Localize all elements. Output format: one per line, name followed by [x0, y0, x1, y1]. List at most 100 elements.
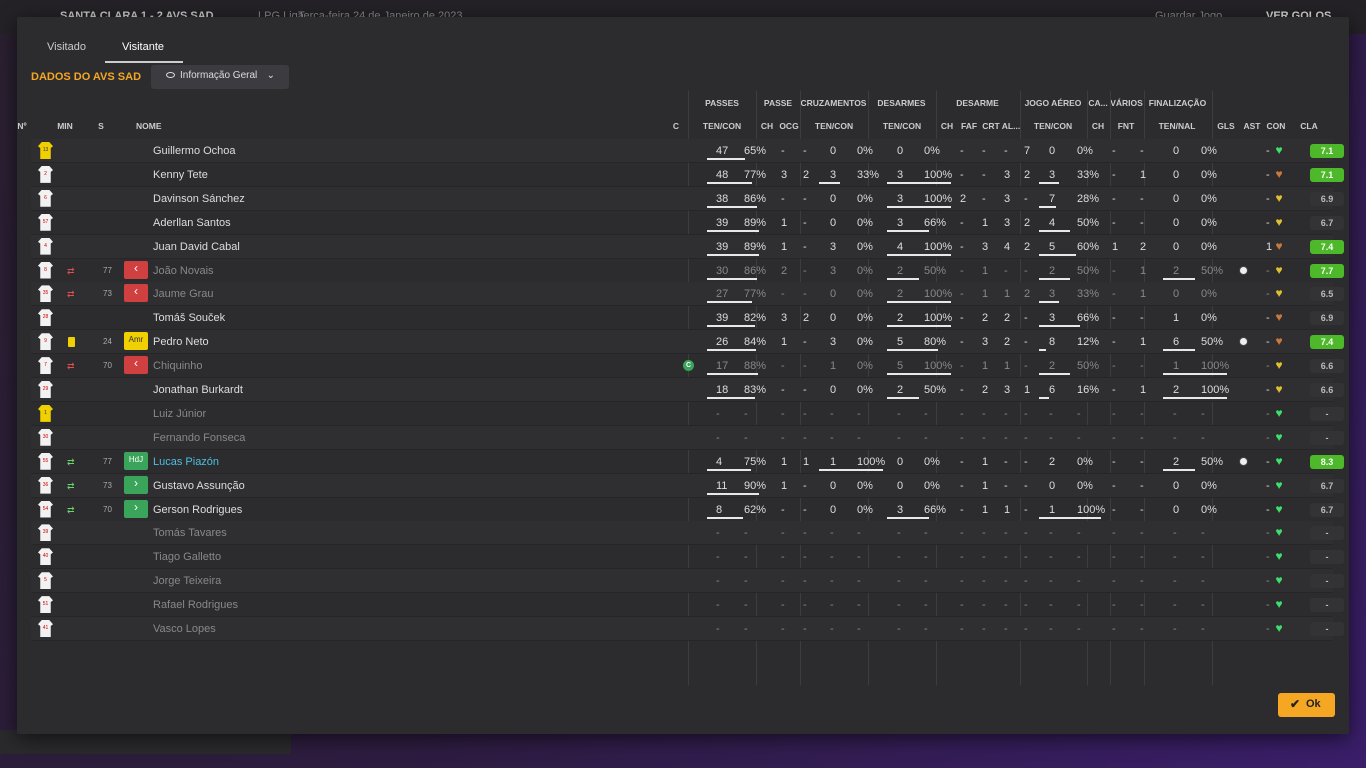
table-row[interactable]: 39 Tomás Tavares - - - - - - - - - - - - - - - - - - - ♥ - [31, 521, 1344, 546]
table-row[interactable]: 55 ⇄ 77 HdJ Lucas Piazón 4 75% 1 1 1 100% 0 0% - 1 - - 2 0… [31, 450, 1344, 474]
pass-percent: 77% [744, 288, 767, 301]
table-row[interactable]: 29 Jonathan Burkardt 18 83% - -0 0% 2 50% -2 3 1 6 16… [31, 378, 1344, 402]
tackle-stat: 1 [982, 479, 989, 492]
pass-percent: - [744, 623, 748, 635]
fin-percent: 0% [1201, 240, 1217, 253]
sub-off-icon[interactable]: ‹ [124, 284, 148, 303]
player-rating: - [1310, 550, 1344, 565]
aer-attempts: - [1049, 599, 1053, 612]
sub-off-icon[interactable]: ‹ [124, 356, 148, 375]
player-name[interactable]: Tiago Galletto [153, 551, 221, 563]
table-row[interactable]: 36 ⇄ 73 › Gustavo Assunção 11 90% 1 - 0 0% 0 0% - 1 - - 0… [31, 473, 1344, 498]
cross-percent: - [857, 407, 861, 420]
table-row[interactable]: 41 Vasco Lopes - - - - - - - - - - - - - - - - - - - ♥ - [31, 617, 1344, 641]
player-name[interactable]: Gustavo Assunção [153, 480, 245, 492]
player-name[interactable]: Lucas Piazón [153, 456, 219, 468]
column-header-cla[interactable]: CLA [1284, 121, 1334, 131]
chances-created: - [803, 360, 807, 373]
aer-bar [1039, 516, 1101, 519]
key-passes: 3 [781, 168, 788, 181]
player-name[interactable]: João Novais [153, 265, 214, 277]
table-row[interactable]: 13 Guillermo Ochoa 47 65% - - 0 0% 0 0% - - - 7 0 0% - - 0… [31, 139, 1344, 163]
player-name[interactable]: Luiz Júnior [153, 408, 206, 420]
player-name[interactable]: Gerson Rodrigues [153, 504, 242, 516]
tackle-stat: - [960, 599, 964, 612]
player-name[interactable]: Tomáš Souček [153, 312, 225, 324]
column-header-fin_tn[interactable]: TEN/NAL [1152, 121, 1202, 131]
pass-bar [707, 397, 756, 399]
pass-percent: 75% [744, 455, 767, 468]
table-row[interactable]: 40 Tiago Galletto - - - - - - - - - - - - - - - - - - - ♥ - [31, 545, 1344, 570]
table-row[interactable]: 1 Luiz Júnior - - - - - - - - - - - - - - - - - - - ♥ - [31, 402, 1344, 426]
player-name[interactable]: Fernando Fonseca [153, 432, 245, 444]
key-passes: - [781, 575, 785, 588]
column-header-c[interactable]: C [651, 121, 701, 131]
player-name[interactable]: Vasco Lopes [153, 623, 216, 635]
sub-off-icon[interactable]: ‹ [124, 260, 148, 279]
sub-on-icon[interactable]: › [124, 475, 148, 494]
condition-heart-icon: ♥ [1275, 334, 1283, 349]
column-header-cruz_tc[interactable]: TEN/CON [809, 121, 859, 131]
player-name[interactable]: Tomás Tavares [153, 527, 227, 539]
ok-button[interactable]: ✔ Ok [1278, 693, 1335, 717]
aer-attempts: - [1049, 407, 1053, 420]
player-name[interactable]: Guillermo Ochoa [153, 145, 236, 157]
table-row[interactable]: 7 ⇄ 70 ‹ Chiquinho C 17 88% - -1 0% 5 100% -1 1-2 50% - -… [31, 354, 1344, 379]
table-row[interactable]: 57 Aderllan Santos 39 89% 1-0 0% 3 66% -1 3 2 4 50% -… [31, 211, 1344, 235]
player-name[interactable]: Jonathan Burkardt [153, 384, 243, 396]
sub-on-icon[interactable]: › [124, 499, 148, 518]
tackle-stat: - [960, 145, 964, 157]
shirt-number: 39 [42, 529, 49, 536]
player-name[interactable]: Chiquinho [153, 360, 203, 372]
column-header-pass_tc[interactable]: TEN/CON [697, 121, 747, 131]
condition-heart-icon: ♥ [1275, 429, 1283, 444]
aer-attempts: 0 [1049, 479, 1056, 492]
view-selector[interactable]: Informação Geral ⌄ [151, 65, 289, 89]
player-name[interactable]: Jorge Teixeira [153, 575, 221, 587]
table-row[interactable]: 6 Davinson Sánchez 38 86% - -0 0% 3 100% 2-3-7 28%… [31, 186, 1344, 211]
aer-attempts: 3 [1049, 168, 1056, 181]
tackle-stat: 3 [982, 240, 989, 253]
player-name[interactable]: Pedro Neto [153, 336, 209, 348]
column-header-s[interactable]: S [76, 121, 126, 131]
table-row[interactable]: 4 Juan David Cabal 39 89% 1-3 0% 4 100% -3 4 2 5 60%… [31, 234, 1344, 259]
cross-attempts: 0 [830, 479, 837, 492]
player-stats-modal: Visitado Visitante DADOS DO AVS SAD Info… [17, 17, 1349, 734]
tackle-stat: 2 [1004, 336, 1011, 349]
table-row[interactable]: 51 Rafael Rodrigues - - - - - - - - - - - - - - - - - - - ♥ - [31, 593, 1344, 618]
table-row[interactable]: 30 Fernando Fonseca - - - - - - - - - - - - - - - - - - - ♥ - [31, 425, 1344, 450]
tackle-stat: 1 [982, 216, 989, 229]
column-header-des_tc[interactable]: TEN/CON [877, 121, 927, 131]
group-header-aereo: JOGO AÉREO [1024, 98, 1082, 108]
tackle-stat: 1 [1024, 384, 1031, 396]
condition-heart-icon: ♥ [1275, 358, 1283, 373]
cross-attempts: - [830, 623, 834, 635]
player-name[interactable]: Aderllan Santos [153, 217, 231, 229]
table-row[interactable]: 8 ⇄ 77 ‹ João Novais 30 86% 2-3 0% 2 50% -1- -2 50% -1… [31, 259, 1344, 283]
table-row[interactable]: 54 ⇄ 70 › Gerson Rodrigues 8 62% - -0 0% 3 66% -1 1-1… [31, 498, 1344, 522]
player-name[interactable]: Juan David Cabal [153, 241, 240, 253]
assists: - [1266, 551, 1270, 564]
column-header-name[interactable]: NOME [136, 121, 162, 131]
condition-heart-icon: ♥ [1275, 453, 1283, 468]
player-name[interactable]: Rafael Rodrigues [153, 599, 238, 611]
column-header-aer_tc[interactable]: TEN/CON [1028, 121, 1078, 131]
table-row[interactable]: 35 ⇄ 73 ‹ Jaume Grau 27 77% - -0 0% 2 100% -1 1 2 3 33% -… [31, 282, 1344, 307]
table-row[interactable]: 28 Tomáš Souček 39 82% 3 2 0 0% 2 100% -2 2-3 66% - -1… [31, 306, 1344, 331]
table-row[interactable]: 2 Kenny Tete 48 77% 3 2 3 33% 3 100% - -3 2 3 33% -1 0 0%… [31, 163, 1344, 187]
pass-attempts: 4 [716, 455, 723, 468]
tab-home[interactable]: Visitado [47, 35, 86, 63]
tackle-stat: - [960, 384, 964, 396]
table-row[interactable]: 9 24 Amr Pedro Neto 26 84% 1-3 0% 5 80% -3 2-8 12% -1… [31, 330, 1344, 355]
cross-attempts: 3 [830, 240, 837, 253]
fouls: - [1140, 216, 1144, 229]
fouls: 1 [1140, 264, 1147, 277]
pass-attempts: - [716, 527, 720, 540]
player-name[interactable]: Davinson Sánchez [153, 193, 245, 205]
column-header-ocg[interactable]: OCG [764, 121, 814, 131]
player-name[interactable]: Kenny Tete [153, 169, 208, 181]
tack-percent: 100% [924, 312, 953, 325]
tab-away[interactable]: Visitante [105, 35, 183, 63]
player-name[interactable]: Jaume Grau [153, 288, 214, 300]
table-row[interactable]: 5 Jorge Teixeira - - - - - - - - - - - - - - - - - - - ♥ - [31, 569, 1344, 594]
